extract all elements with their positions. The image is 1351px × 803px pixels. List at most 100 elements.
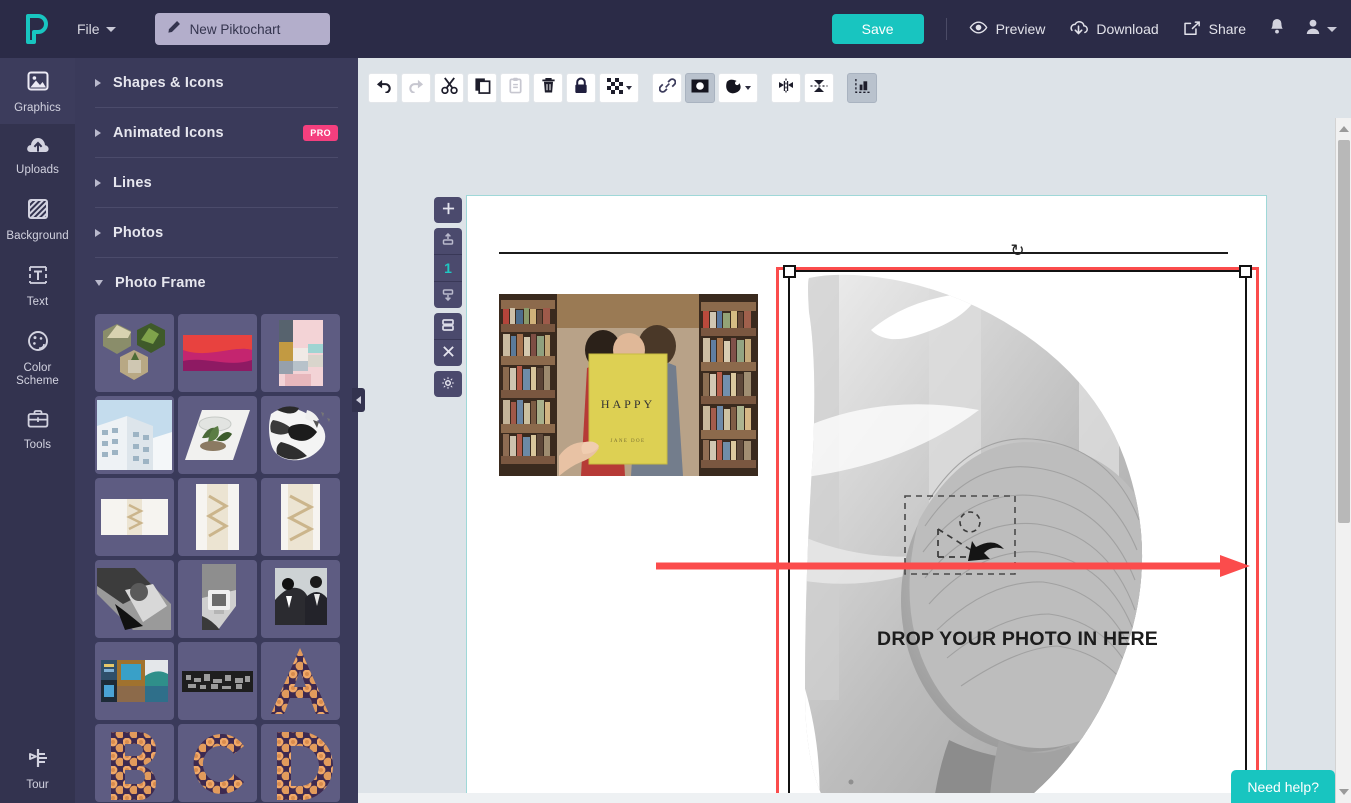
need-help-button[interactable]: Need help? xyxy=(1231,770,1335,803)
align-vertical-button[interactable] xyxy=(804,73,834,103)
canvas-viewport[interactable]: 1 HAPPY JANE DOE ↻ DROP YOUR PHOTO IN HE… xyxy=(358,118,1351,803)
accordion-lines[interactable]: Lines xyxy=(95,158,338,208)
photo-frame-thumb-suits[interactable] xyxy=(261,560,340,638)
sidebar-item-uploads[interactable]: Uploads xyxy=(0,124,75,186)
graphics-panel-scroll[interactable]: Shapes & Icons Animated Icons PRO Lines … xyxy=(75,58,358,803)
page-settings-button[interactable] xyxy=(434,371,462,397)
photo-frame-thumb-letter-a[interactable] xyxy=(261,642,340,720)
account-menu-button[interactable] xyxy=(1306,19,1337,40)
duplicate-page-button[interactable] xyxy=(434,313,462,339)
trash-icon xyxy=(540,77,557,99)
sidebar-item-label: Background xyxy=(6,230,69,242)
mask-frame-icon xyxy=(691,79,709,98)
palette-icon xyxy=(27,330,49,356)
piktochart-logo-icon[interactable] xyxy=(0,14,75,44)
top-bar: File New Piktochart Save Preview Downloa… xyxy=(0,0,1351,58)
page-number-indicator[interactable]: 1 xyxy=(434,255,462,281)
text-box-icon xyxy=(27,264,49,290)
sidebar-item-graphics[interactable]: Graphics xyxy=(0,58,75,124)
notifications-button[interactable] xyxy=(1270,18,1284,40)
rotate-icon[interactable]: ↻ xyxy=(1010,242,1024,259)
duplicate-page-icon xyxy=(441,318,455,335)
scroll-down-arrow-icon[interactable] xyxy=(1336,783,1351,801)
accordion-animated-icons[interactable]: Animated Icons PRO xyxy=(95,108,338,158)
photo-frame-thumb-tall-polaroid[interactable] xyxy=(178,478,257,556)
add-page-button[interactable] xyxy=(434,197,462,223)
photo-frame-thumb-letter-c[interactable] xyxy=(178,724,257,802)
hatch-square-icon xyxy=(27,198,49,224)
photo-frame-thumb-angled-cut[interactable] xyxy=(178,560,257,638)
lock-button[interactable] xyxy=(566,73,596,103)
cut-button[interactable] xyxy=(434,73,464,103)
download-button[interactable]: Download xyxy=(1069,20,1159,39)
delete-page-button[interactable] xyxy=(434,340,462,366)
document-title-field[interactable]: New Piktochart xyxy=(154,13,330,45)
document-title-text: New Piktochart xyxy=(189,21,281,37)
library-couple-photo[interactable]: HAPPY JANE DOE xyxy=(499,294,758,476)
accordion-shapes-and-icons[interactable]: Shapes & Icons xyxy=(95,58,338,108)
photo-frame-thumb-torn-corner[interactable] xyxy=(95,560,174,638)
collapse-panel-button[interactable] xyxy=(352,388,365,412)
paste-button[interactable] xyxy=(500,73,530,103)
photo-frame-thumb-pink-silk[interactable] xyxy=(178,314,257,392)
photo-frame-thumb-letter-d[interactable] xyxy=(261,724,340,802)
photo-frame-thumb-slim-polaroid[interactable] xyxy=(261,478,340,556)
pro-badge: PRO xyxy=(303,124,338,141)
photo-frame-thumb-hexagon-collage[interactable] xyxy=(95,314,174,392)
preview-button[interactable]: Preview xyxy=(969,21,1045,37)
redo-button[interactable] xyxy=(401,73,431,103)
photo-frame-thumb-device-mosaic[interactable] xyxy=(95,642,174,720)
sidebar-item-label: Graphics xyxy=(14,102,61,114)
undo-arrow-icon xyxy=(375,78,392,98)
canvas-vertical-scrollbar[interactable] xyxy=(1335,118,1351,803)
move-page-down-button[interactable] xyxy=(434,282,462,308)
top-bar-actions: Save Preview Download Share xyxy=(831,14,1351,44)
drop-photo-label: DROP YOUR PHOTO IN HERE xyxy=(877,628,1158,650)
sidebar-item-text[interactable]: Text xyxy=(0,252,75,318)
chevron-right-icon xyxy=(95,178,101,187)
scroll-up-arrow-icon[interactable] xyxy=(1336,120,1351,138)
chevron-right-icon xyxy=(95,78,101,87)
chevron-down-icon xyxy=(625,86,632,90)
save-button[interactable]: Save xyxy=(831,14,924,44)
photo-frame-thumb-brush-stroke[interactable] xyxy=(261,396,340,474)
mask-button[interactable] xyxy=(685,73,715,103)
sidebar-item-label: Tour xyxy=(26,779,49,791)
brush-stroke-photo-frame-selection[interactable]: ↻ DROP YOUR PHOTO IN HERE xyxy=(776,242,1259,803)
delete-button[interactable] xyxy=(533,73,563,103)
canvas-horizontal-scrollbar[interactable] xyxy=(358,793,1335,803)
undo-button[interactable] xyxy=(368,73,398,103)
file-menu-button[interactable]: File xyxy=(77,21,116,37)
photo-frame-thumb-parallelogram-plant[interactable] xyxy=(178,396,257,474)
svg-text:JANE DOE: JANE DOE xyxy=(611,439,646,444)
accordion-photo-frame[interactable]: Photo Frame xyxy=(95,258,338,308)
shape-button[interactable] xyxy=(718,73,758,103)
editor-area: 1 HAPPY JANE DOE ↻ DROP YOUR PHOTO IN HE… xyxy=(358,58,1351,803)
accordion-photos[interactable]: Photos xyxy=(95,208,338,258)
photo-frame-thumb-wide-banner[interactable] xyxy=(178,642,257,720)
design-page[interactable]: HAPPY JANE DOE ↻ DROP YOUR PHOTO IN HERE xyxy=(466,195,1267,803)
align-horizontal-button[interactable] xyxy=(771,73,801,103)
move-page-up-button[interactable] xyxy=(434,228,462,254)
align-center-v-icon xyxy=(810,78,828,99)
chevron-left-icon xyxy=(356,396,361,404)
transparency-button[interactable] xyxy=(599,73,639,103)
share-button[interactable]: Share xyxy=(1183,20,1246,39)
scrollbar-thumb[interactable] xyxy=(1338,140,1350,523)
image-icon xyxy=(27,70,49,96)
sidebar-item-background[interactable]: Background xyxy=(0,186,75,252)
sidebar-item-tour[interactable]: Tour xyxy=(0,746,75,791)
photo-frame-thumb-letter-b[interactable] xyxy=(95,724,174,802)
sidebar-item-color-scheme[interactable]: Color Scheme xyxy=(0,318,75,397)
photo-frame-thumb-pastel-mosaic[interactable] xyxy=(261,314,340,392)
position-button[interactable] xyxy=(847,73,877,103)
page-order-group: 1 xyxy=(434,228,462,308)
link-icon xyxy=(658,77,676,99)
photo-frame-thumb-soft-polaroid[interactable] xyxy=(95,478,174,556)
copy-button[interactable] xyxy=(467,73,497,103)
clipboard-icon xyxy=(507,77,524,99)
scissors-icon xyxy=(440,77,458,99)
photo-frame-thumb-white-building[interactable] xyxy=(95,396,174,474)
link-button[interactable] xyxy=(652,73,682,103)
sidebar-item-tools[interactable]: Tools xyxy=(0,397,75,461)
